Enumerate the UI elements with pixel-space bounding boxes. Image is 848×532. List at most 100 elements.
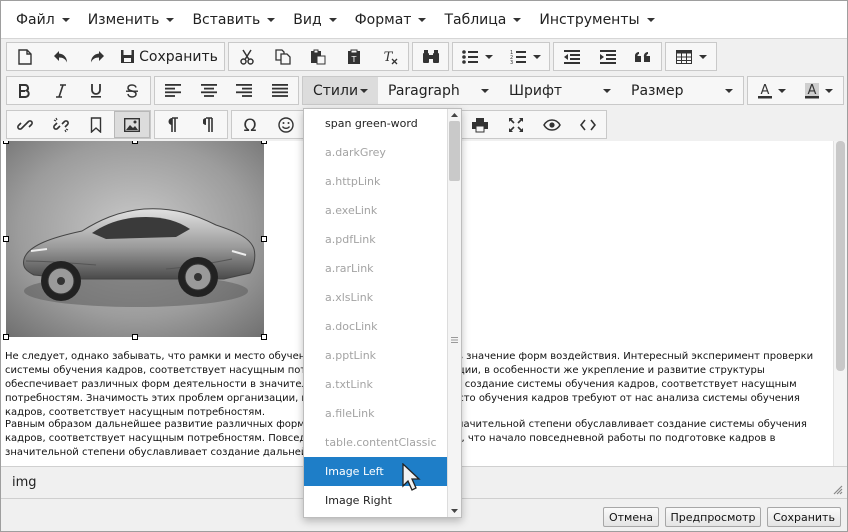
style-option[interactable]: a.httpLink (304, 167, 449, 196)
fullscreen-icon (509, 117, 523, 132)
cancel-button[interactable]: Отмена (603, 507, 659, 527)
resize-handle[interactable] (132, 334, 138, 340)
new-document-button[interactable] (7, 43, 43, 70)
resize-handle[interactable] (261, 236, 267, 242)
block-format-dropdown[interactable]: Paragraph (378, 77, 499, 104)
style-option[interactable]: Image Right (304, 486, 449, 515)
resize-handle[interactable] (3, 141, 9, 144)
style-option[interactable]: a.pdfLink (304, 225, 449, 254)
source-code-button[interactable] (570, 111, 606, 138)
styles-dropdown-button[interactable]: Стили (303, 77, 378, 104)
insert-image-button[interactable] (114, 111, 150, 138)
undo-button[interactable] (43, 43, 79, 70)
scroll-up-icon[interactable] (448, 109, 461, 121)
anchor-button[interactable] (79, 111, 115, 138)
menu-edit[interactable]: Изменить (79, 5, 184, 35)
resize-handle[interactable] (132, 141, 138, 144)
content-scrollbar-thumb[interactable] (836, 141, 845, 371)
dropdown-scrollbar-thumb[interactable] (449, 121, 460, 181)
paste-button[interactable] (301, 43, 337, 70)
blockquote-button[interactable] (625, 43, 661, 70)
style-option[interactable]: Image Left (304, 457, 449, 486)
menu-view[interactable]: Вид (284, 5, 345, 35)
style-option[interactable]: a.pptLink (304, 341, 449, 370)
strikethrough-button[interactable] (114, 77, 150, 104)
menu-insert[interactable]: Вставить (183, 5, 284, 35)
style-option[interactable]: a.fileLink (304, 399, 449, 428)
dropdown-scrollbar[interactable] (447, 109, 461, 517)
toolbar-group-lists: 123 (452, 42, 550, 71)
selected-image[interactable] (3, 141, 267, 340)
numbered-list-button[interactable]: 123 (501, 43, 549, 70)
element-path[interactable]: img (12, 475, 37, 490)
editor-window: Файл Изменить Вставить Вид Формат Таблиц… (0, 0, 848, 532)
copy-button[interactable] (265, 43, 301, 70)
svg-text:A: A (760, 83, 769, 98)
style-option[interactable]: a.docLink (304, 312, 449, 341)
toolbar-group-insert: Ω (231, 110, 305, 139)
font-size-dropdown[interactable]: Размер (621, 77, 743, 104)
style-option[interactable]: a.darkGrey (304, 138, 449, 167)
ltr-button[interactable] (155, 111, 191, 138)
align-left-button[interactable] (155, 77, 191, 104)
scroll-down-icon[interactable] (448, 505, 461, 517)
menu-format[interactable]: Формат (346, 5, 436, 35)
special-character-button[interactable]: Ω (232, 111, 268, 138)
chevron-down-icon (698, 54, 707, 59)
menu-table[interactable]: Таблица (435, 5, 530, 35)
resize-handle[interactable] (261, 334, 267, 340)
style-option[interactable]: a.exeLink (304, 196, 449, 225)
unlink-button[interactable] (43, 111, 79, 138)
resize-handle[interactable] (3, 334, 9, 340)
outdent-button[interactable] (554, 43, 590, 70)
emoticons-button[interactable] (268, 111, 304, 138)
save-button[interactable]: Сохранить (115, 43, 223, 70)
image-icon (124, 117, 141, 132)
style-option[interactable]: span green-word (304, 109, 449, 138)
redo-button[interactable] (79, 43, 115, 70)
toolbar-row-1: Сохранить T T 1 2 3 (1, 39, 847, 73)
find-replace-button[interactable] (413, 43, 448, 70)
bullet-list-button[interactable] (453, 43, 501, 70)
underline-button[interactable] (79, 77, 115, 104)
chevron-down-icon (418, 17, 427, 22)
table-button[interactable] (666, 43, 716, 70)
style-option[interactable]: a.xlsLink (304, 283, 449, 312)
chevron-down-icon (481, 88, 489, 93)
style-option[interactable]: a.rarLink (304, 254, 449, 283)
chevron-down-icon (484, 54, 493, 59)
resize-handle[interactable] (261, 141, 267, 144)
outdent-icon (563, 49, 580, 64)
cut-button[interactable] (229, 43, 265, 70)
save-dialog-button[interactable]: Сохранить (767, 507, 841, 527)
clear-format-button[interactable]: T (372, 43, 408, 70)
background-color-button[interactable]: A (796, 77, 844, 104)
style-option[interactable]: a.txtLink (304, 370, 449, 399)
indent-button[interactable] (590, 43, 626, 70)
car-image (6, 141, 264, 337)
chevron-down-icon (61, 17, 70, 22)
font-family-dropdown[interactable]: Шрифт (499, 77, 621, 104)
rtl-button[interactable] (191, 111, 227, 138)
menu-tools[interactable]: Инструменты (530, 5, 663, 35)
omega-icon: Ω (244, 117, 257, 133)
content-scrollbar[interactable] (833, 141, 847, 466)
resize-handle[interactable] (3, 236, 9, 242)
bold-button[interactable] (7, 77, 43, 104)
print-button[interactable] (461, 111, 498, 138)
style-option[interactable]: table.contentClassic (304, 428, 449, 457)
preview-button[interactable] (534, 111, 570, 138)
save-icon (121, 50, 135, 63)
align-right-button[interactable] (227, 77, 263, 104)
menu-file[interactable]: Файл (7, 5, 79, 35)
preview-dialog-button[interactable]: Предпросмотр (665, 507, 761, 527)
text-color-button[interactable]: A (748, 77, 796, 104)
insert-link-button[interactable] (7, 111, 43, 138)
align-center-button[interactable] (191, 77, 227, 104)
text-color-icon: A (757, 83, 772, 98)
fullscreen-button[interactable] (498, 111, 534, 138)
align-justify-button[interactable] (262, 77, 298, 104)
resize-grip-icon[interactable] (833, 485, 843, 495)
paste-text-button[interactable]: T (336, 43, 372, 70)
italic-button[interactable] (43, 77, 79, 104)
